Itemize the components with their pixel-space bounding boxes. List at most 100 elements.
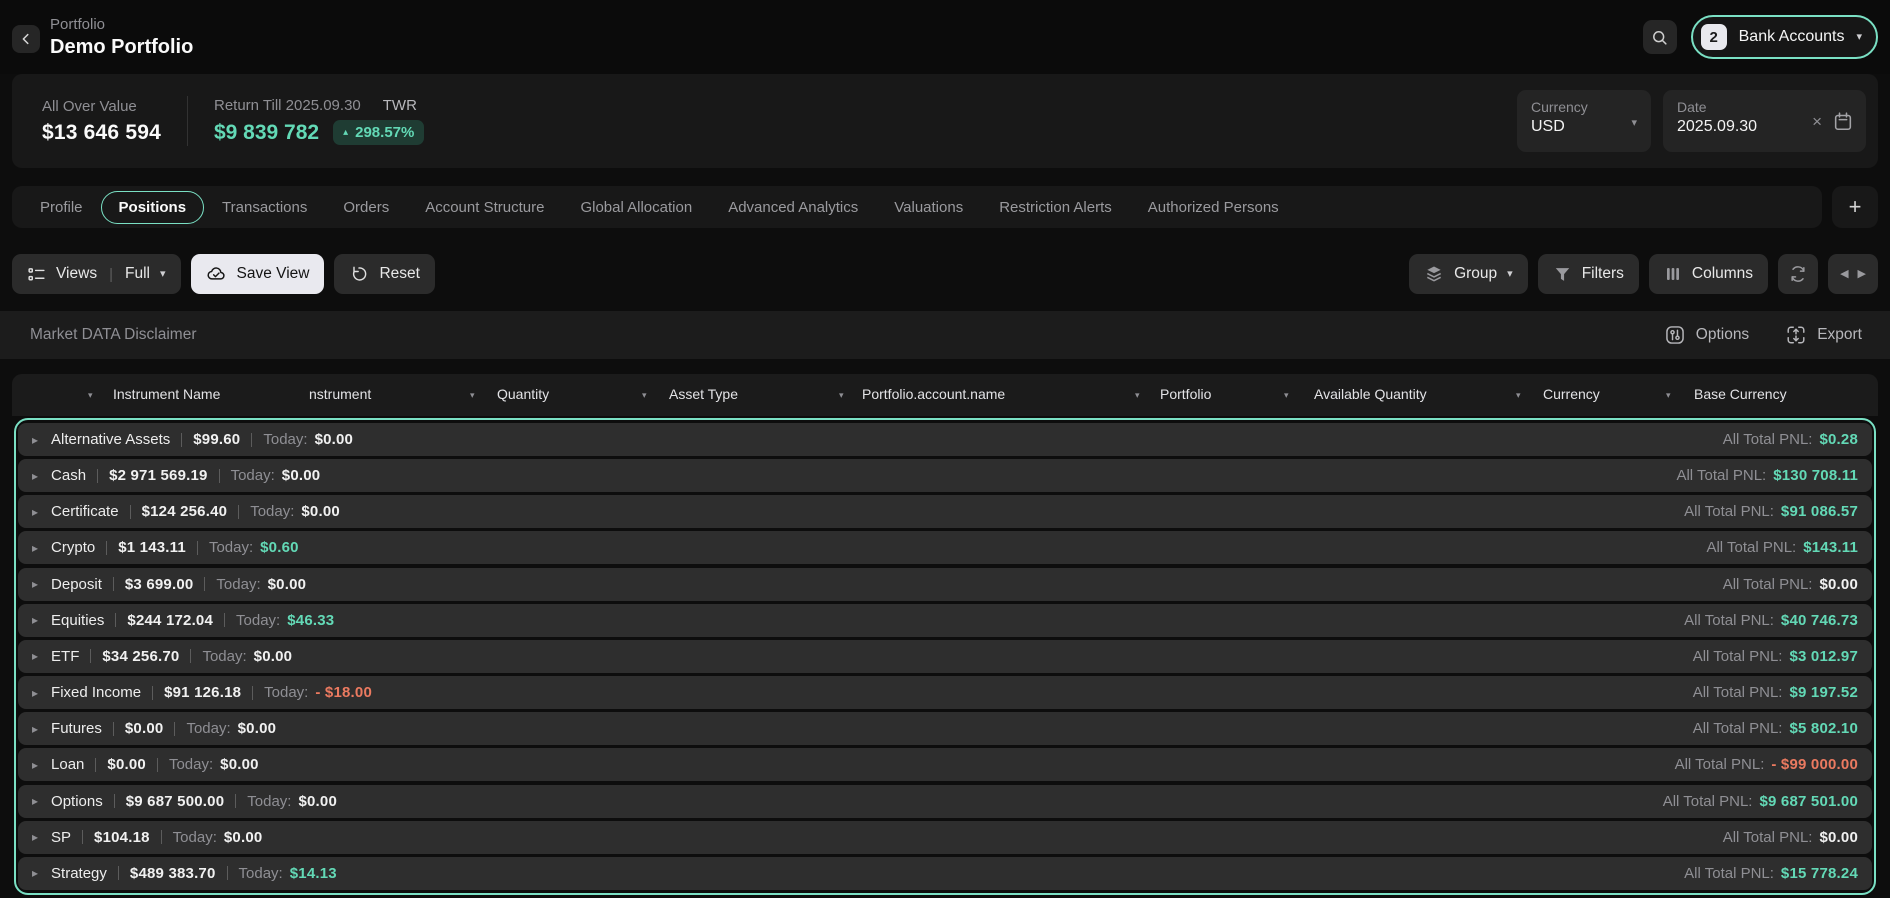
tab-positions[interactable]: Positions: [101, 191, 205, 224]
group-row-loan[interactable]: ▸Loan$0.00Today:$0.00All Total PNL:- $99…: [18, 748, 1872, 781]
divider: [204, 577, 205, 591]
today-value: $0.00: [268, 576, 307, 593]
currency-label: Currency: [1531, 99, 1637, 115]
group-label: Group: [1454, 265, 1497, 283]
tab-transactions[interactable]: Transactions: [204, 191, 325, 224]
export-button[interactable]: Export: [1785, 324, 1862, 346]
column-header-asset-type[interactable]: Asset Type: [669, 386, 738, 402]
expand-icon[interactable]: ▸: [32, 830, 38, 844]
group-name: Fixed Income: [51, 684, 141, 701]
column-header-nstrument[interactable]: nstrument: [309, 386, 371, 402]
group-row-alternative-assets[interactable]: ▸Alternative Assets$99.60Today:$0.00All …: [18, 423, 1872, 456]
column-header-currency[interactable]: Currency: [1543, 386, 1600, 402]
group-row-futures[interactable]: ▸Futures$0.00Today:$0.00All Total PNL:$5…: [18, 712, 1872, 745]
column-header-portfolio-account-name[interactable]: Portfolio.account.name: [862, 386, 1005, 402]
tab-profile[interactable]: Profile: [22, 191, 101, 224]
divider: [97, 469, 98, 483]
clear-date-icon[interactable]: ×: [1812, 113, 1822, 130]
group-row-crypto[interactable]: ▸Crypto$1 143.11Today:$0.60All Total PNL…: [18, 531, 1872, 564]
column-header-portfolio[interactable]: Portfolio: [1160, 386, 1211, 402]
column-header-available-quantity[interactable]: Available Quantity: [1314, 386, 1427, 402]
divider: [106, 541, 107, 555]
column-menu-caret-icon[interactable]: ▾: [1284, 390, 1289, 401]
group-value: $0.00: [107, 756, 146, 773]
tab-global-allocation[interactable]: Global Allocation: [562, 191, 710, 224]
date-select[interactable]: Date 2025.09.30 ×: [1663, 90, 1866, 152]
views-dropdown[interactable]: Views | Full ▾: [12, 254, 181, 294]
tab-authorized-persons[interactable]: Authorized Persons: [1130, 191, 1297, 224]
reset-button[interactable]: Reset: [334, 254, 435, 294]
expand-icon[interactable]: ▸: [32, 577, 38, 591]
save-view-label: Save View: [237, 265, 310, 283]
group-row-options[interactable]: ▸Options$9 687 500.00Today:$0.00All Tota…: [18, 785, 1872, 818]
today-value: $0.00: [254, 648, 293, 665]
filters-button[interactable]: Filters: [1538, 254, 1639, 294]
refresh-icon: [1788, 264, 1808, 284]
group-value: $9 687 500.00: [126, 793, 225, 810]
group-row-etf[interactable]: ▸ETF$34 256.70Today:$0.00All Total PNL:$…: [18, 640, 1872, 673]
group-row-deposit[interactable]: ▸Deposit$3 699.00Today:$0.00All Total PN…: [18, 568, 1872, 601]
tab-orders[interactable]: Orders: [325, 191, 407, 224]
scroll-right-icon[interactable]: ▶: [1858, 269, 1866, 280]
back-button[interactable]: [12, 25, 40, 53]
expand-icon[interactable]: ▸: [32, 505, 38, 519]
return-block: Return Till 2025.09.30 TWR $9 839 782 ▴ …: [202, 97, 436, 145]
column-menu-caret-icon[interactable]: ▾: [1135, 390, 1140, 401]
column-scroll-arrows[interactable]: ◀ ▶: [1828, 254, 1878, 294]
refresh-button[interactable]: [1778, 254, 1818, 294]
column-menu-caret-icon[interactable]: ▾: [1666, 390, 1671, 401]
expand-icon[interactable]: ▸: [32, 433, 38, 447]
pnl-value: $130 708.11: [1773, 467, 1858, 484]
group-name: Certificate: [51, 503, 119, 520]
today-value: $0.00: [238, 720, 277, 737]
tab-restriction-alerts[interactable]: Restriction Alerts: [981, 191, 1130, 224]
expand-icon[interactable]: ▸: [32, 613, 38, 627]
divider: [157, 758, 158, 772]
column-menu-caret-icon[interactable]: ▾: [470, 390, 475, 401]
expand-icon[interactable]: ▸: [32, 541, 38, 555]
columns-button[interactable]: Columns: [1649, 254, 1768, 294]
group-value: $91 126.18: [164, 684, 241, 701]
expand-icon[interactable]: ▸: [32, 758, 38, 772]
divider: [197, 541, 198, 555]
column-header-quantity[interactable]: Quantity: [497, 386, 549, 402]
group-row-fixed-income[interactable]: ▸Fixed Income$91 126.18Today:- $18.00All…: [18, 676, 1872, 709]
group-row-certificate[interactable]: ▸Certificate$124 256.40Today:$0.00All To…: [18, 495, 1872, 528]
column-menu-caret-icon[interactable]: ▾: [839, 390, 844, 401]
options-button[interactable]: Options: [1664, 324, 1749, 346]
column-header-base-currency[interactable]: Base Currency: [1694, 386, 1787, 402]
today-label: Today:: [239, 865, 283, 882]
tab-advanced-analytics[interactable]: Advanced Analytics: [710, 191, 876, 224]
group-row-strategy[interactable]: ▸Strategy$489 383.70Today:$14.13All Tota…: [18, 857, 1872, 890]
calendar-icon[interactable]: [1832, 110, 1854, 132]
column-menu-caret-icon[interactable]: ▾: [1516, 390, 1521, 401]
all-over-value-block: All Over Value $13 646 594: [30, 98, 173, 145]
expand-icon[interactable]: ▸: [32, 794, 38, 808]
tab-account-structure[interactable]: Account Structure: [407, 191, 562, 224]
pnl-block: All Total PNL:- $99 000.00: [1675, 756, 1858, 773]
divider: [90, 649, 91, 663]
column-menu-caret-icon[interactable]: ▾: [88, 390, 93, 401]
group-row-cash[interactable]: ▸Cash$2 971 569.19Today:$0.00All Total P…: [18, 459, 1872, 492]
group-row-sp[interactable]: ▸SP$104.18Today:$0.00All Total PNL:$0.00: [18, 821, 1872, 854]
expand-icon[interactable]: ▸: [32, 469, 38, 483]
search-button[interactable]: [1643, 20, 1677, 54]
expand-icon[interactable]: ▸: [32, 866, 38, 880]
bank-accounts-dropdown[interactable]: 2 Bank Accounts ▾: [1691, 15, 1878, 59]
group-dropdown[interactable]: Group ▾: [1409, 254, 1528, 294]
pnl-value: $0.00: [1819, 829, 1858, 846]
expand-icon[interactable]: ▸: [32, 722, 38, 736]
expand-icon[interactable]: ▸: [32, 686, 38, 700]
add-tab-button[interactable]: +: [1832, 186, 1878, 228]
column-header-instrument-name[interactable]: Instrument Name: [113, 386, 220, 402]
expand-icon[interactable]: ▸: [32, 649, 38, 663]
scroll-left-icon[interactable]: ◀: [1840, 269, 1848, 280]
tab-valuations[interactable]: Valuations: [876, 191, 981, 224]
divider: [174, 722, 175, 736]
save-view-button[interactable]: Save View: [191, 254, 325, 294]
divider: [113, 722, 114, 736]
column-menu-caret-icon[interactable]: ▾: [642, 390, 647, 401]
currency-select[interactable]: Currency USD ▾: [1517, 90, 1651, 152]
group-row-equities[interactable]: ▸Equities$244 172.04Today:$46.33All Tota…: [18, 604, 1872, 637]
pnl-label: All Total PNL:: [1723, 431, 1813, 448]
